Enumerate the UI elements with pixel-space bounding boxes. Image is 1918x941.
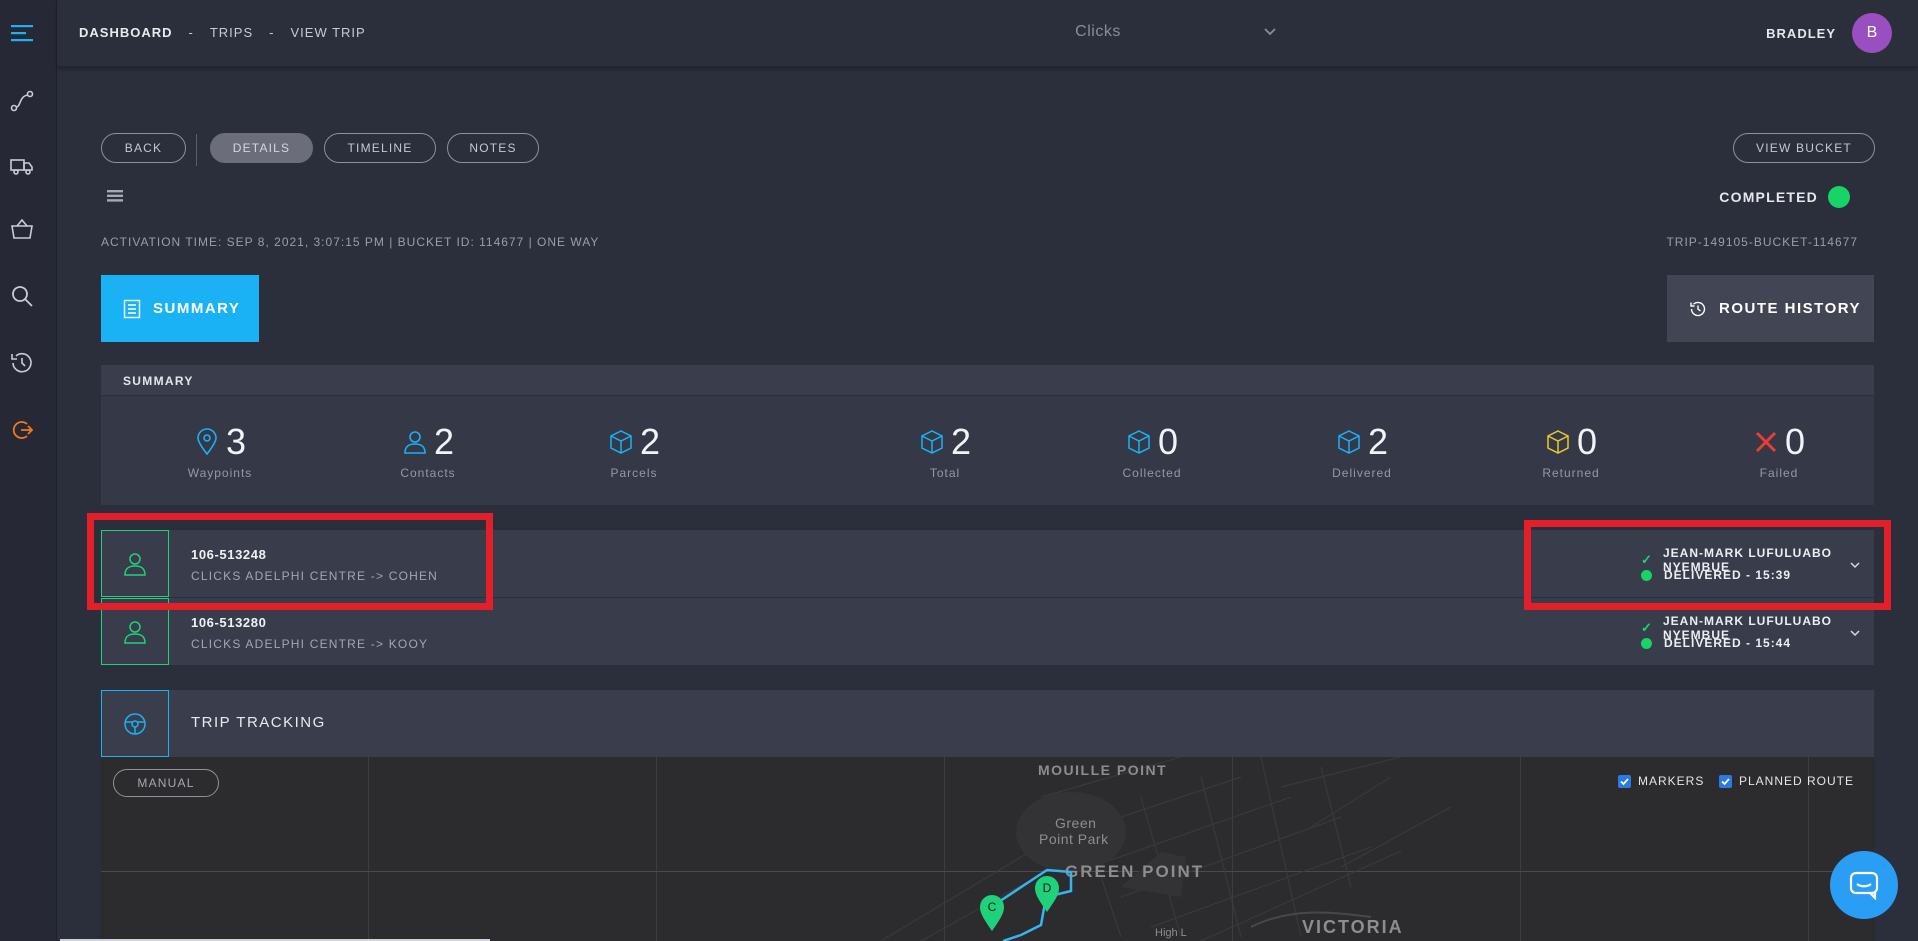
stat-value: 0 <box>1784 421 1806 462</box>
stat-label: Failed <box>1759 466 1799 480</box>
stat-label: Delivered <box>1332 466 1392 480</box>
breadcrumb-trips[interactable]: TRIPS <box>210 25 253 40</box>
document-icon <box>123 299 141 318</box>
map-pin-icon <box>197 428 217 456</box>
x-icon <box>1755 431 1777 453</box>
stat-label: Collected <box>1122 466 1182 480</box>
sidebar <box>0 0 57 941</box>
store-select[interactable]: Clicks <box>919 18 1277 48</box>
trip-tracking-title: TRIP TRACKING <box>191 714 326 731</box>
marker-label: D <box>1042 881 1052 895</box>
stat-contacts: 2 Contacts <box>368 421 488 480</box>
stat-label: Contacts <box>400 466 456 480</box>
stat-parcels: 2 Parcels <box>574 421 694 480</box>
breadcrumb-dashboard[interactable]: DASHBOARD <box>79 25 173 40</box>
box-icon <box>1128 430 1150 454</box>
markers-label: MARKERS <box>1638 774 1705 788</box>
user-menu[interactable]: BRADLEY B <box>1766 13 1892 53</box>
steering-wheel-icon <box>101 690 169 757</box>
search-icon[interactable] <box>0 283 44 309</box>
checkbox[interactable] <box>1719 774 1732 788</box>
box-icon <box>921 430 943 454</box>
trip-reference: TRIP-149105-BUCKET-114677 <box>1666 235 1858 249</box>
breadcrumb-separator: - <box>269 25 275 40</box>
markers-toggle[interactable]: MARKERS <box>1618 774 1704 788</box>
chat-button[interactable] <box>1830 851 1898 919</box>
manual-button[interactable]: MANUAL <box>113 769 219 797</box>
chevron-down-icon[interactable] <box>1850 624 1860 642</box>
route-icon[interactable] <box>0 88 44 114</box>
stat-value: 0 <box>1576 421 1598 462</box>
stat-value: 3 <box>225 421 247 462</box>
check-icon: ✓ <box>1641 620 1653 635</box>
avatar[interactable]: B <box>1852 13 1892 53</box>
stat-waypoints: 3 Waypoints <box>160 421 280 480</box>
stat-value: 2 <box>433 421 455 462</box>
status-dot <box>1828 186 1850 208</box>
planned-route-toggle[interactable]: PLANNED ROUTE <box>1719 774 1854 788</box>
divider <box>196 134 197 166</box>
stat-value: 2 <box>950 421 972 462</box>
status-dot <box>1641 637 1652 649</box>
menu-icon[interactable] <box>0 20 44 46</box>
stat-value: 2 <box>1367 421 1389 462</box>
summary-header: SUMMARY <box>101 365 1874 396</box>
marker-label: C <box>987 900 997 914</box>
stat-label: Returned <box>1542 466 1600 480</box>
waypoint-route: CLICKS ADELPHI CENTRE -> KOOY <box>191 637 429 651</box>
highlight-box <box>1524 520 1891 610</box>
map-marker[interactable]: C <box>978 894 1006 937</box>
stat-delivered: 2 Delivered <box>1302 421 1422 480</box>
truck-icon[interactable] <box>0 153 44 179</box>
summary-button[interactable]: SUMMARY <box>101 275 259 342</box>
tab-timeline[interactable]: TIMELINE <box>324 133 436 163</box>
stat-returned: 0 Returned <box>1511 421 1631 480</box>
delivery-status: DELIVERED - 15:44 <box>1641 636 1791 650</box>
status-label: COMPLETED <box>1719 189 1818 205</box>
tab-details[interactable]: DETAILS <box>210 133 313 163</box>
history-icon[interactable] <box>0 350 44 376</box>
tab-notes[interactable]: NOTES <box>447 133 539 163</box>
highlight-box <box>87 513 493 610</box>
map[interactable]: MOUILLE POINT Green Point Park GREEN POI… <box>101 757 1874 941</box>
trip-status: COMPLETED <box>1719 186 1850 208</box>
basket-icon[interactable] <box>0 216 44 242</box>
checkbox[interactable] <box>1618 774 1631 788</box>
history-icon <box>1690 301 1706 316</box>
stat-label: Parcels <box>610 466 658 480</box>
stat-value: 0 <box>1157 421 1179 462</box>
stat-collected: 0 Collected <box>1092 421 1212 480</box>
breadcrumb-separator: - <box>188 25 194 40</box>
logout-icon[interactable] <box>0 417 44 443</box>
delivery-status-text: DELIVERED - 15:44 <box>1664 636 1792 650</box>
route-history-button[interactable]: ROUTE HISTORY <box>1667 275 1874 342</box>
breadcrumb: DASHBOARD - TRIPS - VIEW TRIP <box>79 25 366 40</box>
stat-total: 2 Total <box>885 421 1005 480</box>
back-button[interactable]: BACK <box>101 133 186 163</box>
chat-icon <box>1849 871 1879 900</box>
list-view-icon[interactable] <box>107 189 123 208</box>
stat-failed: 0 Failed <box>1719 421 1839 480</box>
top-bar: DASHBOARD - TRIPS - VIEW TRIP Clicks BRA… <box>57 0 1918 67</box>
view-bucket-button[interactable]: VIEW BUCKET <box>1733 133 1875 163</box>
breadcrumb-view-trip: VIEW TRIP <box>290 25 366 40</box>
route-history-label: ROUTE HISTORY <box>1719 300 1862 317</box>
box-icon <box>610 430 632 454</box>
store-select-value: Clicks <box>1075 23 1121 40</box>
box-icon <box>1338 430 1360 454</box>
activation-info: ACTIVATION TIME: SEP 8, 2021, 3:07:15 PM… <box>101 235 600 249</box>
stat-label: Waypoints <box>187 466 253 480</box>
box-yellow-icon <box>1547 430 1569 454</box>
trip-tracking-header: TRIP TRACKING <box>101 690 1874 757</box>
stat-value: 2 <box>639 421 661 462</box>
planned-route-label: PLANNED ROUTE <box>1739 774 1855 788</box>
summary-panel: SUMMARY 3 Waypoints 2 Contacts 2 Parcels… <box>101 365 1874 505</box>
waypoint-id: 106-513280 <box>191 615 267 630</box>
stat-label: Total <box>929 466 961 480</box>
summary-button-label: SUMMARY <box>153 300 241 317</box>
chevron-down-icon <box>1263 24 1277 43</box>
user-name: BRADLEY <box>1766 25 1836 41</box>
person-icon <box>404 431 426 454</box>
map-marker[interactable]: D <box>1033 875 1061 918</box>
